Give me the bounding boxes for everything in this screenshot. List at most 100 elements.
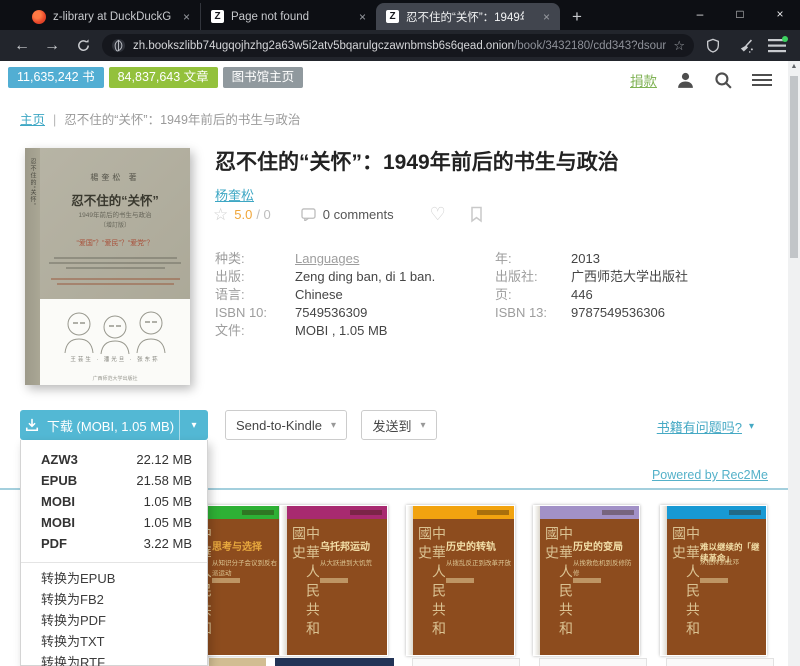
related-author-mark [320,578,348,583]
cleaner-button[interactable] [732,38,758,54]
cover-publisher: 广西师范大学出版社 [40,375,190,382]
format-option-epub[interactable]: EPUB21.58 MB [21,470,207,491]
back-button[interactable]: ← [10,37,34,55]
site-menu-button[interactable] [752,71,772,89]
related-title: 历史的变局 [573,542,636,555]
format-option-mobi-2[interactable]: MOBI1.05 MB [21,512,207,533]
bookmark-star-icon[interactable]: ☆ [673,38,685,54]
search-button[interactable] [714,71,733,90]
download-icon [25,418,39,432]
convert-to-pdf[interactable]: 转换为PDF [21,610,207,631]
series-vertical-title: 中華人民共和國史 [417,526,445,651]
cover-edition: 〔增訂版〕 [40,220,190,229]
comments-link[interactable]: 0 comments [301,207,394,222]
library-stats-badges: 11,635,242 书 84,837,643 文章 图书馆主页 [8,67,303,88]
books-count-badge[interactable]: 11,635,242 书 [8,67,104,88]
category-link[interactable]: Languages [295,250,359,268]
breadcrumb-separator: | [53,113,56,127]
powered-by-rec2me-link[interactable]: Powered by Rec2Me [652,468,768,482]
cover-names: 王芸生 · 潘光旦 · 张东荪 [40,355,190,363]
tab-book-page-active[interactable]: Z 忍不住的“关怀”：1949年前后的 × [376,3,560,30]
download-options-toggle[interactable]: ▾ [179,410,208,440]
url-path: /book/3432180/cdd343?dsource=recom [514,40,666,52]
download-label: 下载 (MOBI, 1.05 MB) [47,416,174,435]
format-size: 1.05 MB [144,494,192,509]
meta-label: 语言: [215,286,295,304]
articles-count-badge[interactable]: 84,837,643 文章 [109,67,218,88]
convert-to-fb2[interactable]: 转换为FB2 [21,589,207,610]
related-subtitle: 从挽救危机到反修防修 [573,557,637,577]
related-book-4[interactable]: 中華人民共和國史 历史的变局 从挽救危机到反修防修 [533,505,640,656]
favorite-heart-icon[interactable]: ♡ [430,204,446,225]
cover-illustration-panel: 王芸生 · 潘光旦 · 张东荪 广西师范大学出版社 [40,299,190,385]
meta-value: 9787549536306 [571,304,665,322]
profile-button[interactable] [676,71,695,90]
convert-to-txt[interactable]: 转换为TXT [21,631,207,652]
related-book-5[interactable]: 中華人民共和國史 难以继续的「继续革命」 从批林到批邓 [660,505,767,656]
related-book-partial[interactable] [275,658,394,666]
reload-button[interactable] [70,38,96,53]
related-author-mark [700,578,728,583]
download-button[interactable]: 下载 (MOBI, 1.05 MB) [20,410,179,440]
related-book-partial[interactable] [666,658,774,666]
convert-to-epub[interactable]: 转换为EPUB [21,568,207,589]
library-home-badge[interactable]: 图书馆主页 [223,67,304,88]
meta-label: ISBN 10: [215,304,295,322]
tab-page-not-found[interactable]: Z Page not found × [200,3,376,30]
rating-total: / 0 [256,207,270,222]
format-name: MOBI [41,515,75,530]
author-link[interactable]: 杨奎松 [215,185,254,204]
send-to-button[interactable]: 发送到 ▾ [361,410,437,440]
tab-close-icon[interactable]: × [541,10,552,24]
scrollbar-up-arrow[interactable]: ▲ [788,63,800,70]
meta-value: 7549536309 [295,304,367,322]
breadcrumb-current: 忍不住的“关怀”：1949年前后的书生与政治 [64,113,300,127]
cover-tagline: “爱国”？“爱民”？“爱党”？ [40,238,190,248]
comments-count: 0 comments [323,207,394,222]
window-maximize-button[interactable]: □ [720,0,760,28]
browser-menu-button[interactable] [764,39,790,53]
send-to-kindle-button[interactable]: Send-to-Kindle ▾ [225,410,347,440]
report-issue-link[interactable]: 书籍有问题吗? ▾ [657,417,754,436]
page-scrollbar[interactable]: ▲ [788,61,800,666]
rating-star-icon[interactable]: ☆ [213,205,228,225]
related-book-partial[interactable] [412,658,520,666]
metadata-right-column: 年:2013 出版社:广西师范大学出版社 页:446 ISBN 13:97875… [495,250,780,322]
shield-button[interactable] [700,38,726,54]
meta-label: ISBN 13: [495,304,571,322]
related-book-2[interactable]: 中華人民共和國史 乌托邦运动 从大跃进到大饥荒 [280,505,388,656]
book-cover-spine: 忍不住的“关怀” [25,148,40,385]
format-size: 3.22 MB [144,536,192,551]
forward-button[interactable]: → [40,37,64,55]
tab-duckduckgo[interactable]: z-library at DuckDuckGo × [22,3,200,30]
scrollbar-thumb[interactable] [790,76,798,258]
cover-band [540,506,639,519]
breadcrumb-home-link[interactable]: 主页 [20,113,45,127]
tab-title: Page not found [231,11,309,23]
download-split-button: 下载 (MOBI, 1.05 MB) ▾ [20,410,208,440]
format-option-pdf[interactable]: PDF3.22 MB [21,533,207,554]
related-cover: 中華人民共和國史 历史的转轨 从拨乱反正到改革开放 [413,506,514,655]
window-minimize-button[interactable]: – [680,0,720,28]
meta-label: 种类: [215,250,295,268]
series-vertical-title: 中華人民共和國史 [291,526,319,651]
format-option-mobi[interactable]: MOBI1.05 MB [21,491,207,512]
book-cover[interactable]: 忍不住的“关怀” 楊奎松 著 忍不住的“关怀” 1949年前后的书生与政治 〔增… [25,148,190,385]
tab-close-icon[interactable]: × [181,10,192,24]
window-close-button[interactable]: × [760,0,800,28]
related-book-3[interactable]: 中華人民共和國史 历史的转轨 从拨乱反正到改革开放 [406,505,515,656]
comment-icon [301,208,316,221]
related-subtitle: 从大跃进到大饥荒 [320,557,385,567]
search-icon [714,71,733,90]
format-option-azw3[interactable]: AZW322.12 MB [21,449,207,470]
convert-to-rtf[interactable]: 转换为RTF [21,652,207,666]
tab-close-icon[interactable]: × [357,10,368,24]
format-name: EPUB [41,473,77,488]
update-indicator-dot [782,36,788,42]
donate-link[interactable]: 捐款 [630,70,657,90]
new-tab-button[interactable]: + [560,7,594,30]
related-book-partial[interactable] [209,658,266,666]
address-bar[interactable]: zh.bookszlibb74ugqojhzhg2a63w5i2atv5bqar… [102,34,694,57]
save-bookmark-icon[interactable] [470,206,483,223]
related-book-partial[interactable] [539,658,647,666]
